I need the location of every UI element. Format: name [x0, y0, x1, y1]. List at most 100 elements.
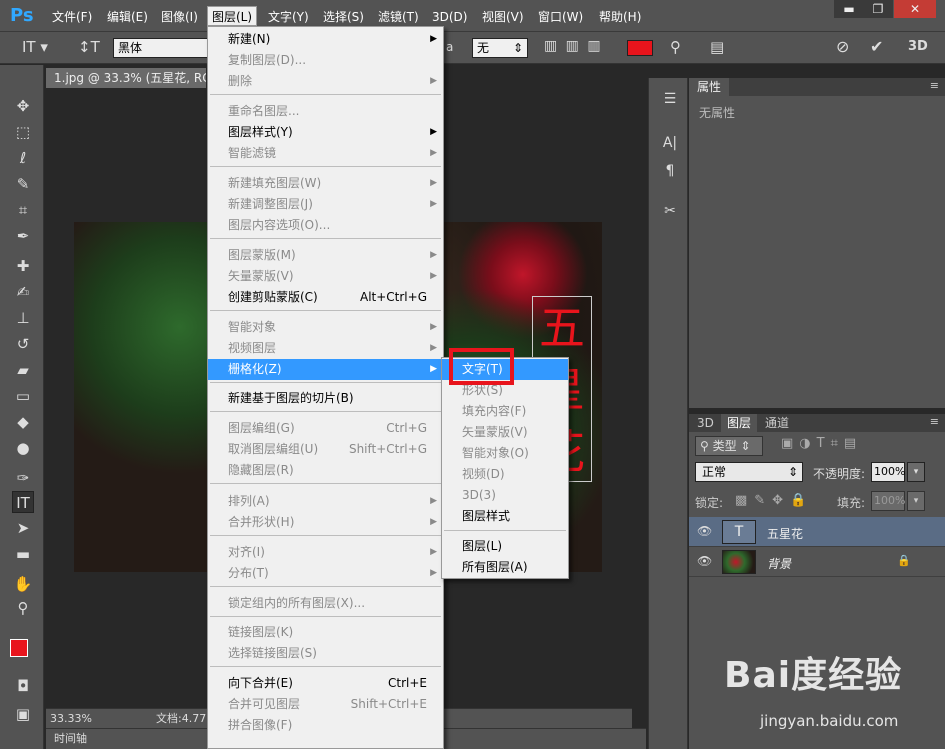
menu-item-select-linked-layers[interactable]: 选择链接图层(S) [208, 643, 443, 664]
minimize-button[interactable]: ▬ [834, 0, 864, 18]
gradient-tool-icon[interactable]: ▭ [12, 385, 34, 407]
quick-mask-icon[interactable]: ◘ [12, 675, 34, 697]
layer-row-background[interactable]: 👁 背景 🔒 [689, 547, 945, 577]
text-color-swatch[interactable] [627, 40, 653, 56]
layer-filter-select[interactable]: ⚲ 类型 ⇕ [695, 436, 763, 456]
antialias-select[interactable]: 无 ⇕ [472, 38, 528, 58]
zoom-level[interactable]: 33.33% [50, 709, 92, 728]
menu-item-arrange[interactable]: 排列(A) ▶ [208, 491, 443, 512]
tool-presets-icon[interactable]: ✂ [659, 200, 681, 222]
warp-text-icon[interactable]: ⚲ [670, 38, 681, 56]
type-tool-icon[interactable]: ⅠT [12, 491, 34, 513]
crop-tool-icon[interactable]: ⌗ [12, 199, 34, 221]
submenu-item-all-layers[interactable]: 所有图层(A) [442, 557, 568, 578]
opacity-field[interactable]: 100% [871, 462, 905, 482]
hand-tool-icon[interactable]: ✋ [12, 573, 34, 595]
menu-select[interactable]: 选择(S) [319, 7, 368, 27]
menu-item-delete[interactable]: 删除 ▶ [208, 71, 443, 92]
menu-item-new-fill-layer[interactable]: 新建填充图层(W) ▶ [208, 173, 443, 194]
text-tool-preset-icon[interactable]: ⅠT ▾ [22, 38, 48, 56]
quick-select-tool-icon[interactable]: ✎ [12, 173, 34, 195]
menu-filter[interactable]: 滤镜(T) [374, 7, 423, 27]
pen-tool-icon[interactable]: ✑ [12, 467, 34, 489]
panel-menu-icon[interactable]: ≡ [930, 79, 939, 92]
menu-item-hide-layers[interactable]: 隐藏图层(R) [208, 460, 443, 481]
menu-item-combine-shapes[interactable]: 合并形状(H) ▶ [208, 512, 443, 533]
eyedropper-tool-icon[interactable]: ✒ [12, 225, 34, 247]
toggle-text-orientation-icon[interactable]: ↕T [78, 38, 100, 56]
panel-menu-icon[interactable]: ≡ [930, 415, 939, 428]
marquee-tool-icon[interactable]: ⬚ [12, 121, 34, 143]
character-panel-icon[interactable]: A| [659, 132, 681, 154]
submenu-item-vector-mask[interactable]: 矢量蒙版(V) [442, 422, 568, 443]
menu-layer[interactable]: 图层(L) [207, 6, 258, 26]
menu-item-link-layers[interactable]: 链接图层(K) [208, 622, 443, 643]
menu-item-align[interactable]: 对齐(I) ▶ [208, 542, 443, 563]
eraser-tool-icon[interactable]: ▰ [12, 359, 34, 381]
tab-properties[interactable]: 属性 [689, 78, 730, 96]
menu-item-smart-object[interactable]: 智能对象 ▶ [208, 317, 443, 338]
commit-check-icon[interactable]: ✔ [870, 37, 883, 56]
history-brush-tool-icon[interactable]: ↺ [12, 333, 34, 355]
tab-layers[interactable]: 图层 [721, 414, 758, 432]
menu-item-layer-mask[interactable]: 图层蒙版(M) ▶ [208, 245, 443, 266]
layer-row-text[interactable]: 👁 T 五星花 [689, 517, 945, 547]
character-panel-icon[interactable]: ▤ [710, 38, 724, 56]
menu-item-distribute[interactable]: 分布(T) ▶ [208, 563, 443, 584]
menu-item-new[interactable]: 新建(N) ▶ [208, 29, 443, 50]
menu-item-new-layer-based-slice[interactable]: 新建基于图层的切片(B) [208, 388, 443, 409]
menu-window[interactable]: 窗口(W) [534, 7, 587, 27]
eye-icon[interactable]: 👁 [697, 524, 712, 538]
lasso-tool-icon[interactable]: ℓ [12, 147, 34, 169]
close-button[interactable]: ✕ [894, 0, 936, 18]
align-buttons[interactable]: ▥ ▥ ▥ [544, 38, 603, 54]
submenu-item-smart-object[interactable]: 智能对象(O) [442, 443, 568, 464]
blur-tool-icon[interactable]: ◆ [12, 411, 34, 433]
menu-type[interactable]: 文字(Y) [264, 7, 313, 27]
lock-icons[interactable]: ▩✎✥🔒 [735, 493, 813, 508]
fill-field[interactable]: 100% [871, 491, 905, 511]
menu-item-flatten-image[interactable]: 拼合图像(F) [208, 715, 443, 736]
move-tool-icon[interactable]: ✥ [12, 95, 34, 117]
submenu-item-layer-style[interactable]: 图层样式 [442, 506, 568, 527]
menu-item-new-adjustment-layer[interactable]: 新建调整图层(J) ▶ [208, 194, 443, 215]
submenu-item-fill-content[interactable]: 填充内容(F) [442, 401, 568, 422]
blend-mode-select[interactable]: 正常 ⇕ [695, 462, 803, 482]
opacity-dropdown-icon[interactable]: ▾ [907, 462, 925, 482]
tab-3d[interactable]: 3D [691, 414, 720, 432]
menu-item-rasterize[interactable]: 栅格化(Z) ▶ [208, 359, 443, 380]
menu-item-duplicate-layer[interactable]: 复制图层(D)... [208, 50, 443, 71]
eye-icon[interactable]: 👁 [697, 554, 712, 568]
menu-item-video-layer[interactable]: 视频图层 ▶ [208, 338, 443, 359]
menu-item-layer-style[interactable]: 图层样式(Y) ▶ [208, 122, 443, 143]
submenu-item-layer[interactable]: 图层(L) [442, 536, 568, 557]
menu-edit[interactable]: 编辑(E) [103, 7, 152, 27]
font-family-field[interactable]: 黑体 [113, 38, 208, 58]
cancel-icon[interactable]: ⊘ [836, 37, 849, 56]
healing-brush-tool-icon[interactable]: ✚ [12, 255, 34, 277]
menu-3d[interactable]: 3D(D) [428, 7, 471, 27]
menu-item-rename-layer[interactable]: 重命名图层... [208, 101, 443, 122]
3d-icon[interactable]: 3D [908, 39, 928, 54]
menu-item-layer-content-options[interactable]: 图层内容选项(O)... [208, 215, 443, 236]
menu-help[interactable]: 帮助(H) [595, 7, 645, 27]
submenu-item-video[interactable]: 视频(D) [442, 464, 568, 485]
layer-filter-icons[interactable]: ▣◑T⌗▤ [781, 436, 862, 451]
layer-name[interactable]: 五星花 [767, 525, 803, 542]
menu-file[interactable]: 文件(F) [48, 7, 96, 27]
shape-tool-icon[interactable]: ▬ [12, 543, 34, 565]
path-select-tool-icon[interactable]: ➤ [12, 517, 34, 539]
restore-button[interactable]: ❐ [863, 0, 893, 18]
menu-item-merge-visible[interactable]: 合并可见图层 Shift+Ctrl+E [208, 694, 443, 715]
menu-item-group-layers[interactable]: 图层编组(G) Ctrl+G [208, 418, 443, 439]
dodge-tool-icon[interactable]: ● [12, 437, 34, 459]
zoom-tool-icon[interactable]: ⚲ [12, 597, 34, 619]
menu-view[interactable]: 视图(V) [478, 7, 528, 27]
submenu-item-3d[interactable]: 3D(3) [442, 485, 568, 506]
tab-channels[interactable]: 通道 [759, 414, 795, 432]
history-panel-icon[interactable]: ☰ [659, 88, 681, 110]
screen-mode-icon[interactable]: ▣ [12, 703, 34, 725]
menu-item-vector-mask[interactable]: 矢量蒙版(V) ▶ [208, 266, 443, 287]
paragraph-panel-icon[interactable]: ¶ [659, 160, 681, 182]
menu-item-smart-filter[interactable]: 智能滤镜 ▶ [208, 143, 443, 164]
